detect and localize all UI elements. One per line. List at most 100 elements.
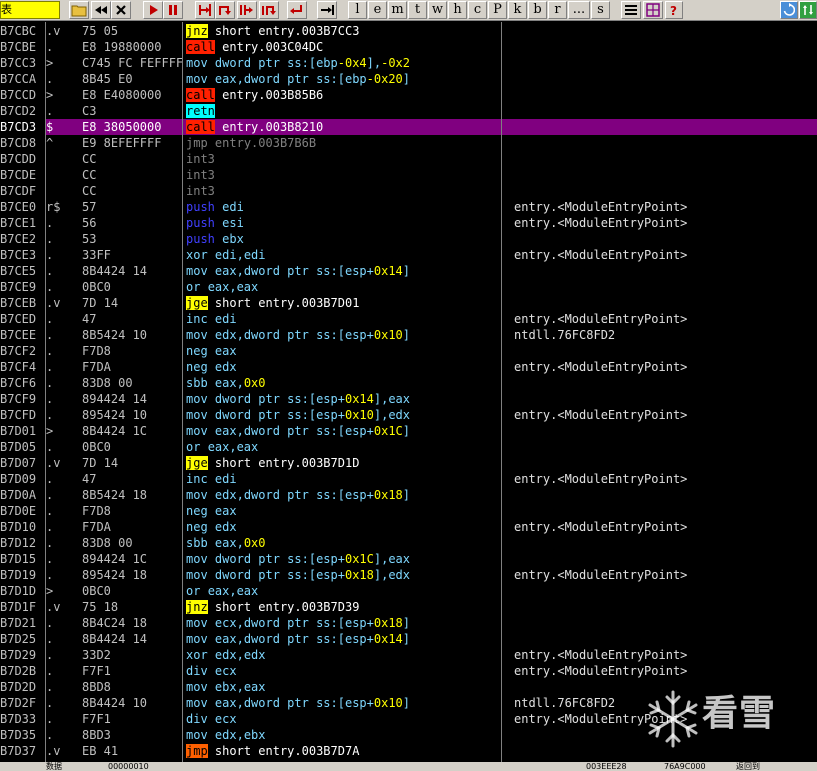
- window-button-c[interactable]: c: [468, 1, 487, 19]
- disasm-row[interactable]: B7CE2. 53 push ebx: [0, 231, 817, 247]
- disasm-row[interactable]: B7CE9. 0BC0 or eax,eax: [0, 279, 817, 295]
- trace-over-button[interactable]: [259, 1, 279, 19]
- disasm-row[interactable]: B7D21. 8B4C24 18 mov ecx,dword ptr ss:[esp…: [0, 615, 817, 631]
- window-button-e[interactable]: e: [368, 1, 387, 19]
- row-flow-marker: .: [46, 632, 54, 646]
- disasm-row[interactable]: B7D05. 0BC0 or eax,eax: [0, 439, 817, 455]
- disasm-row[interactable]: B7CDD CC int3: [0, 151, 817, 167]
- window-button-r[interactable]: r: [548, 1, 567, 19]
- row-disassembly: call entry.003B85B6: [186, 87, 500, 103]
- goto-button[interactable]: [317, 1, 337, 19]
- row-operands: short entry.003B7D7A: [215, 744, 360, 758]
- row-comment: entry.<ModuleEntryPoint>: [514, 664, 688, 678]
- window-button-p[interactable]: P: [488, 1, 507, 19]
- window-button-s[interactable]: s: [591, 1, 610, 19]
- row-flow-marker: [46, 167, 70, 183]
- row-flow-marker: .: [46, 344, 54, 358]
- disasm-row[interactable]: B7CD8 ^ E9 8EFEFFFF jmp entry.003B7B6B: [0, 135, 817, 151]
- disasm-row[interactable]: B7D01 >8B4424 1C mov eax,dword ptr ss:[esp…: [0, 423, 817, 439]
- refresh-button[interactable]: [780, 1, 798, 19]
- disasm-row[interactable]: B7CDE CC int3: [0, 167, 817, 183]
- open-button[interactable]: [69, 1, 89, 19]
- list-view-button[interactable]: [621, 1, 641, 19]
- window-button-w[interactable]: w: [428, 1, 447, 19]
- disasm-row[interactable]: B7CF9. 894424 14 mov dword ptr ss:[esp+0x1…: [0, 391, 817, 407]
- disasm-row[interactable]: B7CE0 r$ 57 push edi entry.<ModuleEntryPoint…: [0, 199, 817, 215]
- disasm-row[interactable]: B7CFD. 895424 10 mov dword ptr ss:[esp+0x1…: [0, 407, 817, 423]
- disasm-row[interactable]: B7CF4. F7DA neg edx entry.<ModuleEntryPoint…: [0, 359, 817, 375]
- disasm-row[interactable]: B7D0A. 8B5424 18 mov edx,dword ptr ss:[esp…: [0, 487, 817, 503]
- window-button-m[interactable]: m: [388, 1, 407, 19]
- disasm-row[interactable]: B7CCA. 8B45 E0 mov eax,dword ptr ss:[ebp-0…: [0, 71, 817, 87]
- row-hex-bytes: 8B4424 14: [82, 264, 148, 278]
- window-button-h[interactable]: h: [448, 1, 467, 19]
- row-flow-marker: .: [46, 648, 54, 662]
- disasm-row[interactable]: B7CE1. 56 push esi entry.<ModuleEntryPoint>: [0, 215, 817, 231]
- disassembly-pane[interactable]: B7CBC .v 75 05 jnz short entry.003B7CC3 B7CB…: [0, 22, 817, 762]
- window-button-more[interactable]: ...: [568, 1, 590, 19]
- close-button[interactable]: [111, 1, 131, 19]
- disasm-row[interactable]: B7CDF CC int3: [0, 183, 817, 199]
- disasm-row[interactable]: B7CE5. 8B4424 14 mov eax,dword ptr ss:[esp…: [0, 263, 817, 279]
- disasm-row[interactable]: B7CF2. F7D8 neg eax: [0, 343, 817, 359]
- disasm-row[interactable]: B7D10. F7DA neg edx entry.<ModuleEntryPoint…: [0, 519, 817, 535]
- disasm-row[interactable]: B7CEB .v 7D 14 jge short entry.003B7D01: [0, 295, 817, 311]
- disasm-row[interactable]: B7CBE. E8 19880000 call entry.003C04DC: [0, 39, 817, 55]
- disasm-row[interactable]: B7D09. 47 inc edi entry.<ModuleEntryPoint>: [0, 471, 817, 487]
- disasm-row[interactable]: B7D07 .v 7D 14 jge short entry.003B7D1D: [0, 455, 817, 471]
- row-flow-marker: [46, 151, 70, 167]
- row-disassembly: sbb eax,0x0: [186, 535, 500, 551]
- row-operands: eax: [215, 504, 237, 518]
- row-mnemonic: mov: [186, 72, 208, 86]
- folder-icon: [71, 5, 87, 17]
- disasm-row[interactable]: B7D1F .v 75 18 jnz short entry.003B7D39: [0, 599, 817, 615]
- grid-view-button[interactable]: [643, 1, 663, 19]
- disasm-row[interactable]: B7CCD > E8 E4080000 call entry.003B85B6: [0, 87, 817, 103]
- row-hex-bytes: E8 19880000: [82, 40, 162, 54]
- step-into-button[interactable]: [195, 1, 215, 19]
- disasm-row[interactable]: B7D12. 83D8 00 sbb eax,0x0: [0, 535, 817, 551]
- disasm-row[interactable]: B7CBC .v 75 05 jnz short entry.003B7CC3: [0, 23, 817, 39]
- row-hex-bytes: 894424 1C: [82, 552, 148, 566]
- column-separator[interactable]: [45, 22, 46, 762]
- disasm-row[interactable]: B7D1D >0BC0 or eax,eax: [0, 583, 817, 599]
- column-separator[interactable]: [501, 22, 502, 762]
- disasm-row[interactable]: B7D15. 894424 1C mov dword ptr ss:[esp+0x1…: [0, 551, 817, 567]
- window-button-b[interactable]: b: [528, 1, 547, 19]
- help-button[interactable]: ?: [665, 1, 683, 19]
- disasm-row[interactable]: B7D25. 8B4424 14 mov eax,dword ptr ss:[esp…: [0, 631, 817, 647]
- step-over-button[interactable]: [215, 1, 235, 19]
- trace-into-button[interactable]: [237, 1, 257, 19]
- column-separator[interactable]: [182, 22, 183, 762]
- window-button-l[interactable]: l: [348, 1, 367, 19]
- disasm-row[interactable]: B7CE3. 33FF xor edi,edi entry.<ModuleEntryP…: [0, 247, 817, 263]
- disasm-row[interactable]: B7CEE. 8B5424 10 mov edx,dword ptr ss:[esp…: [0, 327, 817, 343]
- disasm-row[interactable]: B7D19. 895424 18 mov dword ptr ss:[esp+0x1…: [0, 567, 817, 583]
- row-flow-marker: .: [46, 280, 54, 294]
- row-address: B7CED: [0, 312, 37, 326]
- sync-button[interactable]: [799, 1, 817, 19]
- disasm-row[interactable]: B7CF6. 83D8 00 sbb eax,0x0: [0, 375, 817, 391]
- disasm-row[interactable]: B7D29. 33D2 xor edx,edx entry.<ModuleEntryP…: [0, 647, 817, 663]
- row-address: B7CE9: [0, 280, 37, 294]
- disasm-row[interactable]: B7CC3 > C745 FC FEFFFF mov dword ptr ss:[eb…: [0, 55, 817, 71]
- row-operand-text: ecx: [214, 664, 237, 678]
- disasm-row[interactable]: B7D0E. F7D8 neg eax: [0, 503, 817, 519]
- row-hex-bytes: 57: [82, 200, 97, 214]
- rewind-button[interactable]: [91, 1, 111, 19]
- window-label-box[interactable]: 表: [0, 1, 60, 19]
- row-operand-text: ecx: [214, 712, 237, 726]
- run-button[interactable]: [143, 1, 163, 19]
- row-mnemonic: jnz: [186, 600, 208, 614]
- window-button-k[interactable]: k: [508, 1, 527, 19]
- window-button-t[interactable]: t: [408, 1, 427, 19]
- disasm-row[interactable]: B7CD2. C3 retn: [0, 103, 817, 119]
- row-mnemonic: jmp: [186, 136, 208, 150]
- disasm-row[interactable]: B7CD3 $ E8 38050000 call entry.003B8210: [0, 119, 817, 135]
- row-hex-bytes: 0BC0: [82, 280, 111, 294]
- execute-till-return-button[interactable]: [287, 1, 307, 19]
- disasm-row[interactable]: B7CED. 47 inc edi entry.<ModuleEntryPoint>: [0, 311, 817, 327]
- pause-button[interactable]: [163, 1, 183, 19]
- disasm-row[interactable]: B7D2B. F7F1 div ecx entry.<ModuleEntryPoint…: [0, 663, 817, 679]
- row-flow-marker: .: [46, 392, 54, 406]
